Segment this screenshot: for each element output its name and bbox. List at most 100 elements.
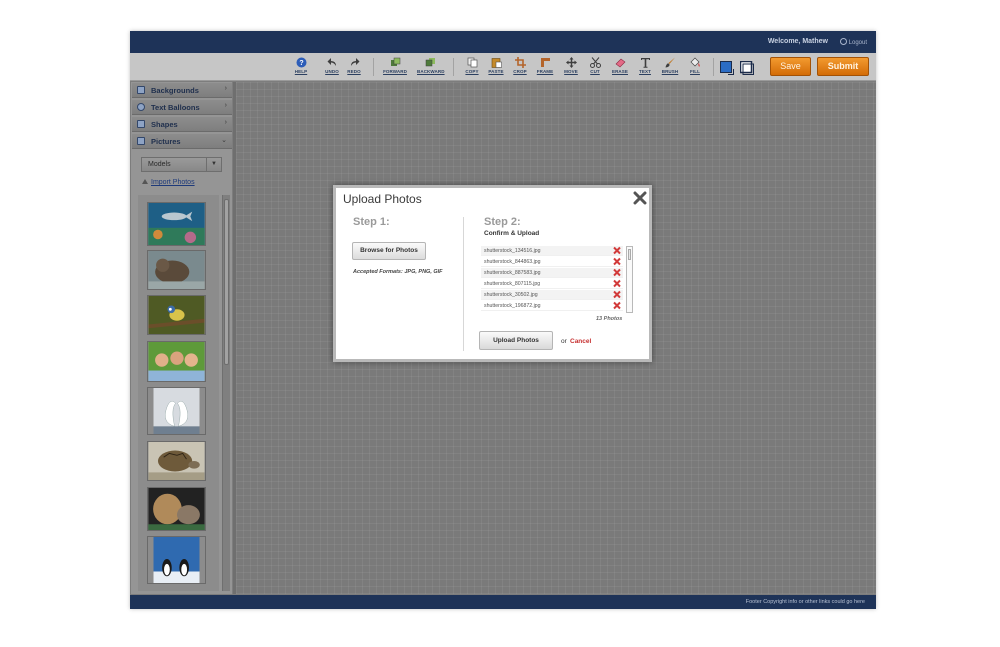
browse-photos-button[interactable]: Browse for Photos: [352, 242, 426, 260]
footer: Footer Copyright info or other links cou…: [130, 595, 876, 609]
backgrounds-icon: [137, 86, 145, 94]
file-row: shutterstock_887583.jpg: [481, 268, 623, 278]
remove-file-icon[interactable]: [613, 301, 621, 310]
step-divider: [463, 217, 464, 351]
copy-button[interactable]: COPY: [459, 55, 485, 79]
fill-color-swatch[interactable]: [720, 61, 734, 75]
remove-file-icon[interactable]: [613, 268, 621, 277]
accepted-formats-text: Accepted Formats: JPG, PNG, GIF: [353, 269, 443, 275]
sidebar-item-text-balloons[interactable]: Text Balloons ›: [132, 100, 232, 115]
top-bar: Welcome, Mathew Logout: [130, 31, 876, 53]
file-row: shutterstock_134516.jpg: [481, 246, 623, 256]
thumbnail-tortoise[interactable]: [147, 441, 206, 481]
frame-label: FRAME: [536, 69, 554, 74]
import-photos-label: Import Photos: [151, 179, 195, 186]
brush-button[interactable]: BRUSH: [657, 55, 683, 79]
remove-file-icon[interactable]: [613, 290, 621, 299]
sidebar-item-backgrounds[interactable]: Backgrounds ›: [132, 83, 232, 98]
erase-label: ERASE: [611, 69, 628, 74]
remove-file-icon[interactable]: [613, 257, 621, 266]
toolbar: ? HELP UNDO REDO FORWARD BACKWARD COPY P…: [130, 53, 876, 81]
welcome-text: Welcome, Mathew: [767, 38, 828, 45]
paste-button[interactable]: PASTE: [483, 55, 509, 79]
thumbnail-penguins[interactable]: [147, 536, 206, 584]
remove-file-icon[interactable]: [613, 279, 621, 288]
thumbnail-kids[interactable]: [147, 341, 206, 382]
left-panel: Backgrounds › Text Balloons › Shapes › P…: [131, 82, 232, 594]
logout-label: Logout: [848, 40, 867, 46]
confirm-upload-subheading: Confirm & Upload: [484, 230, 540, 237]
thumbnail-scrollbar[interactable]: [222, 195, 230, 591]
file-name: shutterstock_807115.jpg: [484, 281, 541, 287]
file-name: shutterstock_30502.jpg: [484, 292, 538, 298]
fill-button[interactable]: FILL: [682, 55, 708, 79]
redo-button[interactable]: REDO: [341, 55, 367, 79]
chevron-down-icon: ⌄: [221, 137, 227, 144]
undo-icon: [327, 58, 336, 66]
paste-label: PASTE: [488, 69, 504, 74]
upload-photos-dialog: Upload Photos Step 1: Browse for Photos …: [333, 185, 652, 362]
scrollbar-thumb[interactable]: [628, 249, 631, 260]
move-icon: [565, 57, 577, 68]
redo-label: REDO: [347, 69, 361, 74]
submit-button[interactable]: Submit: [817, 57, 869, 76]
thumbnail-dog-cat[interactable]: [147, 487, 206, 531]
photo-count: 13 Photos: [596, 316, 623, 322]
crop-button[interactable]: CROP: [507, 55, 533, 79]
fill-color-icon: [720, 61, 734, 75]
logout-link[interactable]: Logout: [839, 38, 867, 46]
sidebar-item-pictures[interactable]: Pictures ⌄: [132, 134, 232, 149]
crop-icon: [514, 57, 526, 68]
sidebar-item-label: Text Balloons: [151, 103, 200, 112]
file-row: shutterstock_30502.jpg: [481, 290, 623, 300]
backward-button[interactable]: BACKWARD: [417, 55, 445, 79]
svg-text:?: ?: [299, 60, 303, 67]
chevron-right-icon: ›: [224, 102, 227, 109]
erase-button[interactable]: ERASE: [607, 55, 633, 79]
cut-button[interactable]: CUT: [582, 55, 608, 79]
file-list-scrollbar[interactable]: [626, 246, 633, 313]
close-icon[interactable]: [633, 191, 647, 205]
backward-icon: [425, 58, 435, 67]
text-button[interactable]: TEXT: [632, 55, 658, 79]
paste-icon: [491, 58, 502, 68]
category-select-value: Models: [148, 161, 171, 168]
forward-button[interactable]: FORWARD: [382, 55, 408, 79]
text-icon: [640, 58, 650, 68]
sidebar-item-shapes[interactable]: Shapes ›: [132, 117, 232, 132]
category-select[interactable]: Models ▼: [141, 157, 222, 172]
backward-label: BACKWARD: [417, 69, 445, 74]
thumbnail-shark[interactable]: [147, 202, 206, 246]
fill-bucket-icon: [690, 57, 700, 67]
photo-thumbnail-list: [138, 195, 219, 591]
frame-button[interactable]: FRAME: [532, 55, 558, 79]
stroke-color-swatch[interactable]: [739, 60, 754, 75]
help-label: HELP: [294, 69, 308, 74]
eraser-icon: [615, 58, 625, 68]
scrollbar-thumb[interactable]: [224, 199, 229, 365]
step-1-heading: Step 1:: [353, 216, 390, 228]
upload-photos-button[interactable]: Upload Photos: [479, 331, 553, 350]
cancel-link[interactable]: Cancel: [570, 338, 591, 345]
copy-label: COPY: [465, 69, 479, 74]
fill-label: FILL: [690, 69, 700, 74]
scissors-icon: [589, 57, 601, 68]
help-button[interactable]: ? HELP: [288, 55, 314, 79]
save-button[interactable]: Save: [770, 57, 811, 76]
brush-icon: [665, 57, 675, 68]
file-row: shutterstock_196872.jpg: [481, 301, 623, 311]
redo-icon: [350, 58, 359, 66]
brush-label: BRUSH: [661, 69, 679, 74]
crop-label: CROP: [513, 69, 527, 74]
pictures-icon: [137, 137, 145, 145]
move-label: MOVE: [564, 69, 578, 74]
forward-label: FORWARD: [383, 69, 407, 74]
remove-file-icon[interactable]: [613, 246, 621, 255]
move-button[interactable]: MOVE: [558, 55, 584, 79]
thumbnail-bear[interactable]: [147, 250, 206, 290]
text-balloon-icon: [137, 103, 145, 111]
toolbar-separator: [713, 58, 714, 76]
import-photos-link[interactable]: Import Photos: [142, 179, 195, 186]
thumbnail-swans[interactable]: [147, 387, 206, 435]
thumbnail-bird[interactable]: [147, 295, 206, 335]
